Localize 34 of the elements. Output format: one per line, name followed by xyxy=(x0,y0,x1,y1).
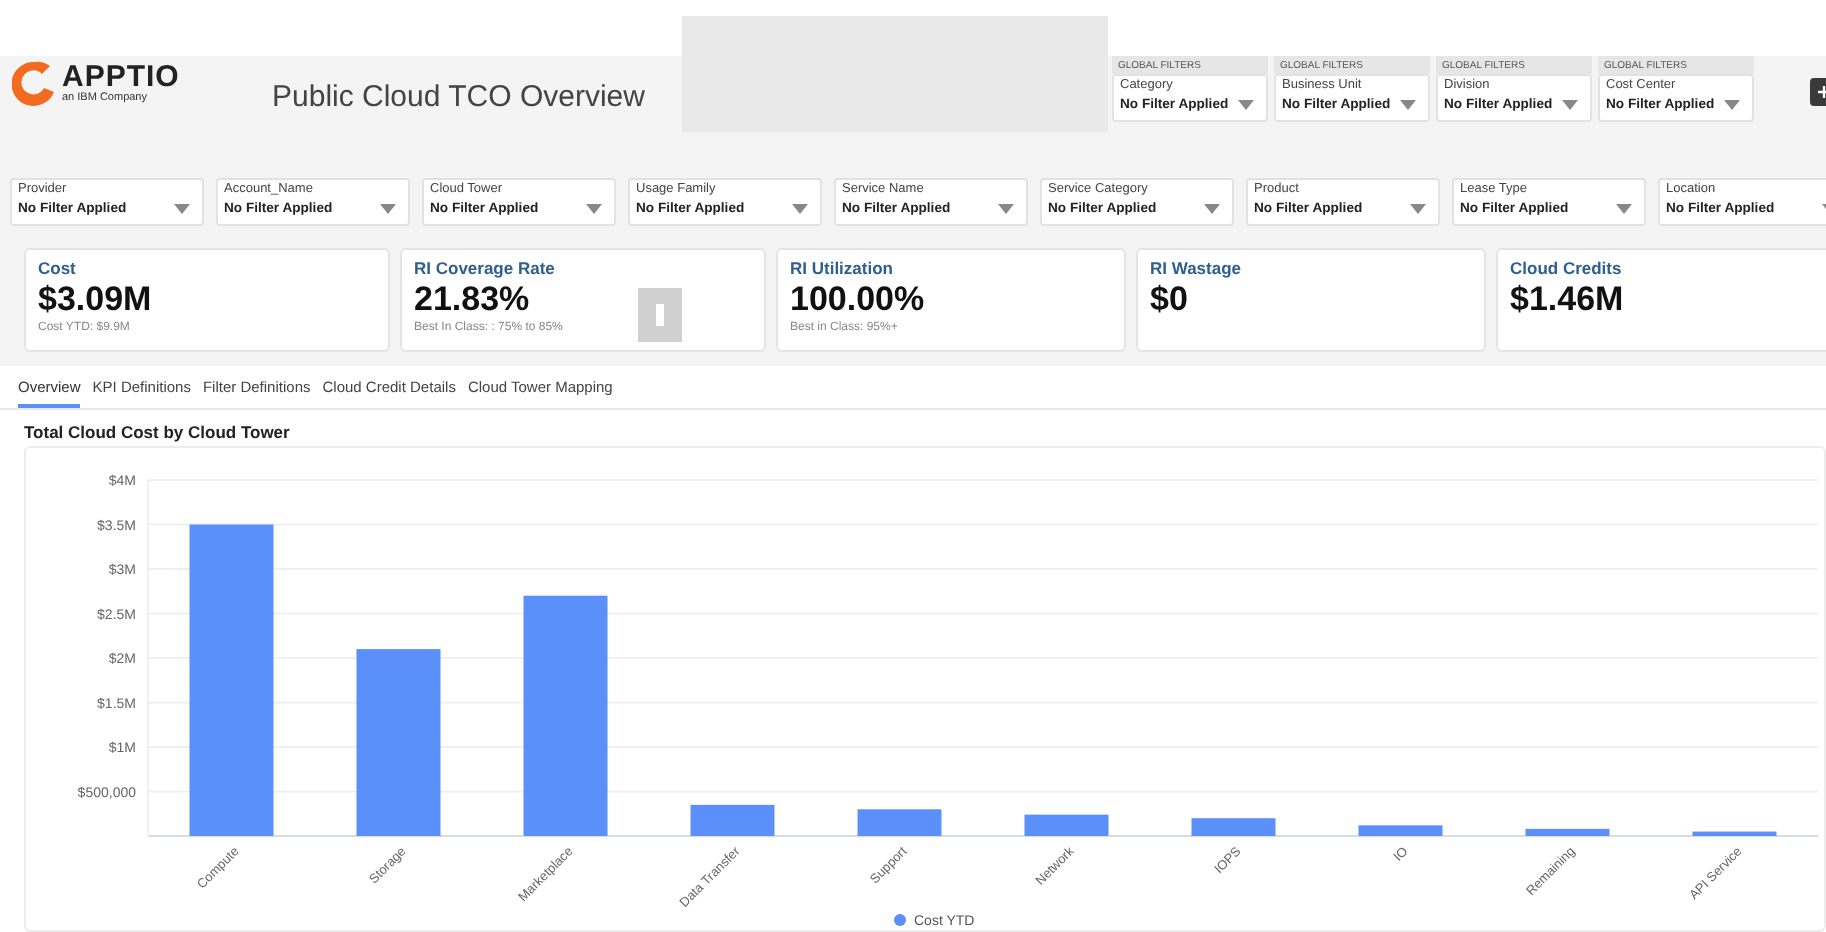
kpi-value: $1.46M xyxy=(1510,280,1624,320)
logo-icon xyxy=(12,60,56,108)
dropdown-caret-icon xyxy=(1400,100,1416,110)
kpi-title: RI Wastage xyxy=(1150,256,1244,280)
dropdown-caret-icon xyxy=(1204,204,1220,214)
chart-bar xyxy=(1358,825,1443,837)
dropdown-caret-icon xyxy=(174,204,190,214)
kpi-title: RI Utilization xyxy=(790,256,895,280)
dropdown-caret-icon xyxy=(1562,100,1578,110)
chart-bar xyxy=(857,809,942,837)
kpi-title: Cloud Credits xyxy=(1510,256,1624,280)
kpi-title: RI Coverage Rate xyxy=(414,256,557,280)
kpi-value: 100.00% xyxy=(790,280,925,320)
kpi-title: Cost xyxy=(38,256,78,280)
chart-bar xyxy=(1191,818,1276,837)
dropdown-caret-icon xyxy=(792,204,808,214)
logo-text: APPTIO xyxy=(62,62,180,93)
square-icon xyxy=(638,288,682,342)
dropdown-caret-icon xyxy=(1238,100,1254,110)
chart-bar xyxy=(690,805,775,837)
chart-bar xyxy=(1692,832,1777,837)
dropdown-caret-icon xyxy=(998,204,1014,214)
page-title: Public Cloud TCO Overview xyxy=(272,78,647,118)
kpi-value: $0 xyxy=(1150,280,1188,320)
dropdown-caret-icon xyxy=(1616,204,1632,214)
dropdown-caret-icon xyxy=(586,204,602,214)
chart-bar xyxy=(1525,829,1610,837)
kpi-value: 21.83% xyxy=(414,280,530,320)
dropdown-caret-icon xyxy=(380,204,396,214)
chart-bar xyxy=(1024,815,1109,837)
chart-title: Total Cloud Cost by Cloud Tower xyxy=(22,420,292,447)
kpi-value: $3.09M xyxy=(38,280,152,320)
dropdown-caret-icon xyxy=(1410,204,1426,214)
dropdown-caret-icon xyxy=(1724,100,1740,110)
